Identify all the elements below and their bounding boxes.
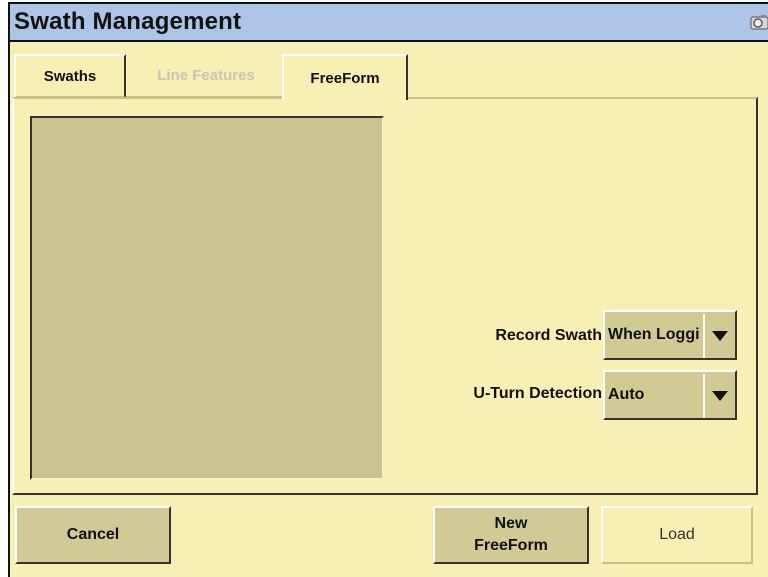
camera-icon[interactable] <box>750 13 768 31</box>
tab-line-features: Line Features <box>126 54 286 98</box>
new-freeform-label-line2: FreeForm <box>474 537 548 554</box>
cancel-button[interactable]: Cancel <box>15 506 171 564</box>
dropdown-arrow-button[interactable] <box>703 314 735 358</box>
new-freeform-button[interactable]: New FreeForm <box>433 506 589 564</box>
uturn-detection-dropdown[interactable]: Auto <box>603 370 737 420</box>
uturn-detection-label: U-Turn Detection <box>473 385 602 402</box>
tab-swaths[interactable]: Swaths <box>14 54 126 98</box>
dropdown-arrow-button[interactable] <box>703 374 735 418</box>
window-title: Swath Management <box>14 8 242 35</box>
record-swath-dropdown[interactable]: When Loggi <box>603 310 737 360</box>
load-button[interactable]: Load <box>601 506 753 564</box>
uturn-detection-value: Auto <box>608 386 645 403</box>
triangle-down-icon <box>712 331 728 341</box>
record-swath-value: When Loggi <box>608 326 700 343</box>
record-swath-label: Record Swath <box>495 327 602 344</box>
triangle-down-icon <box>712 391 728 401</box>
freeform-preview-area <box>30 116 384 480</box>
tab-freeform[interactable]: FreeForm <box>282 54 408 100</box>
new-freeform-label-line1: New <box>494 515 528 532</box>
title-bar: Swath Management <box>10 4 768 42</box>
